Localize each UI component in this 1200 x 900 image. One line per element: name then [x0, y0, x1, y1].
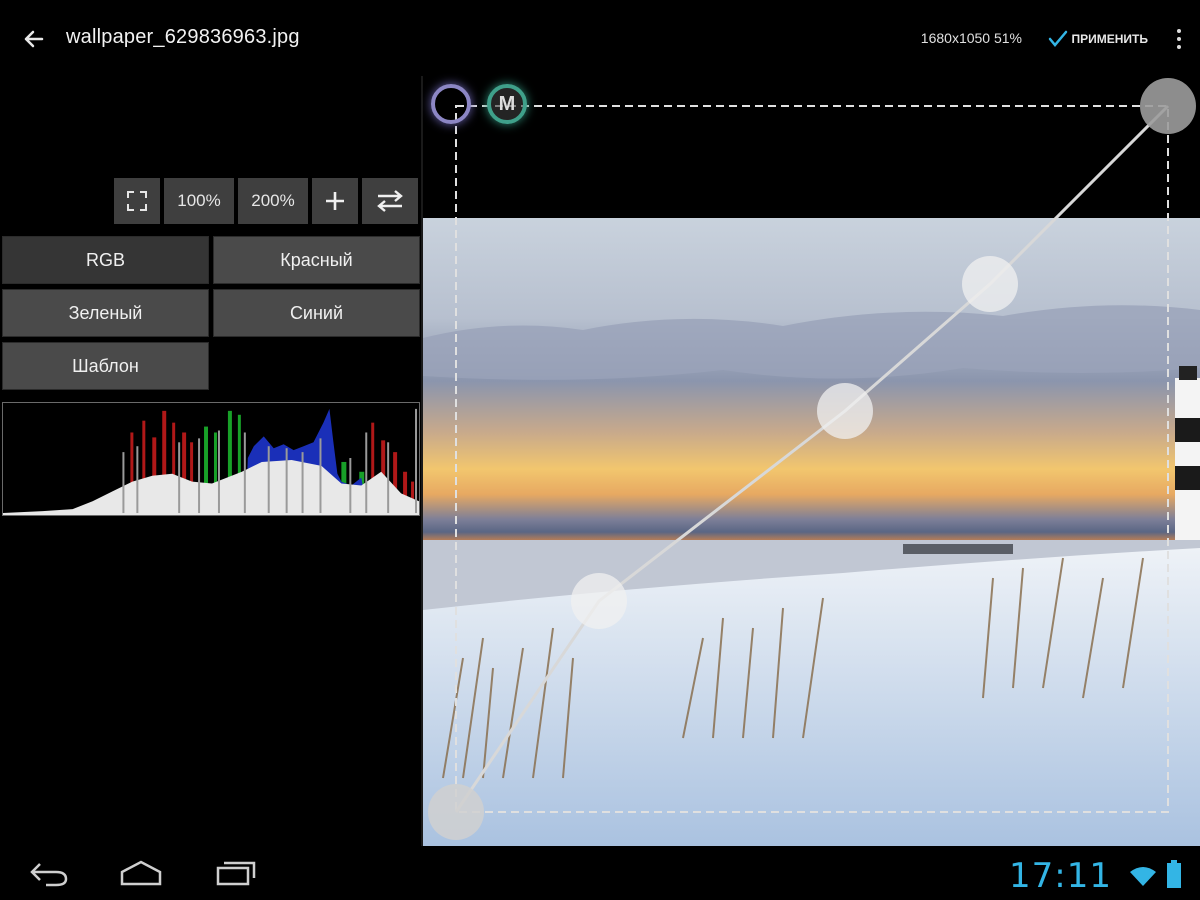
channel-red-button[interactable]: Красный [213, 236, 420, 284]
swap-icon [377, 190, 403, 212]
apply-label: ПРИМЕНИТЬ [1071, 32, 1149, 46]
system-nav-bar: 17:11 [0, 846, 1200, 900]
zoom-100-button[interactable]: 100% [164, 178, 234, 224]
zoom-200-button[interactable]: 200% [238, 178, 308, 224]
histogram [2, 402, 420, 516]
fullscreen-icon [127, 191, 147, 211]
battery-icon [1167, 860, 1181, 888]
curve-point-3[interactable] [962, 256, 1018, 312]
curve-point-2[interactable] [817, 383, 873, 439]
channel-blue-button[interactable]: Синий [213, 289, 420, 337]
status-clock: 17:11 [1009, 856, 1112, 896]
tone-curve-line [454, 104, 1170, 813]
nav-home-icon[interactable] [118, 858, 164, 888]
checkmark-icon [1048, 30, 1067, 47]
action-bar: wallpaper_629836963.jpg 1680x1050 51% ПР… [0, 0, 1200, 76]
nav-recents-icon[interactable] [214, 858, 258, 888]
curve-mode-circle-button[interactable] [431, 84, 471, 124]
apply-button[interactable]: ПРИМЕНИТЬ [1048, 24, 1149, 54]
status-icons [1128, 860, 1182, 888]
nav-back-icon[interactable] [26, 858, 70, 888]
add-point-button[interactable] [312, 178, 358, 224]
zoom-toolbar: 100% 200% [114, 178, 418, 224]
left-panel: 100% 200% RGB Красный Зеленый Синий Шабл… [0, 76, 422, 846]
image-size-zoom: 1680x1050 51% [920, 30, 1022, 46]
curve-point-1[interactable] [571, 573, 627, 629]
curve-point-black[interactable] [428, 784, 484, 840]
histogram-luminance [3, 459, 419, 515]
channel-rgb-button[interactable]: RGB [2, 236, 209, 284]
swap-button[interactable] [362, 178, 418, 224]
image-canvas[interactable]: M [423, 76, 1200, 846]
fit-screen-button[interactable] [114, 178, 160, 224]
back-arrow-icon[interactable] [18, 24, 48, 54]
curve-point-white[interactable] [1140, 78, 1196, 134]
wifi-icon [1130, 867, 1156, 886]
template-button[interactable]: Шаблон [2, 342, 209, 390]
plus-icon [326, 192, 344, 210]
curve-editor[interactable] [423, 76, 1200, 846]
overflow-menu-icon[interactable] [1174, 28, 1184, 50]
file-title: wallpaper_629836963.jpg [66, 26, 300, 48]
curve-mode-m-button[interactable]: M [487, 84, 527, 124]
channel-green-button[interactable]: Зеленый [2, 289, 209, 337]
